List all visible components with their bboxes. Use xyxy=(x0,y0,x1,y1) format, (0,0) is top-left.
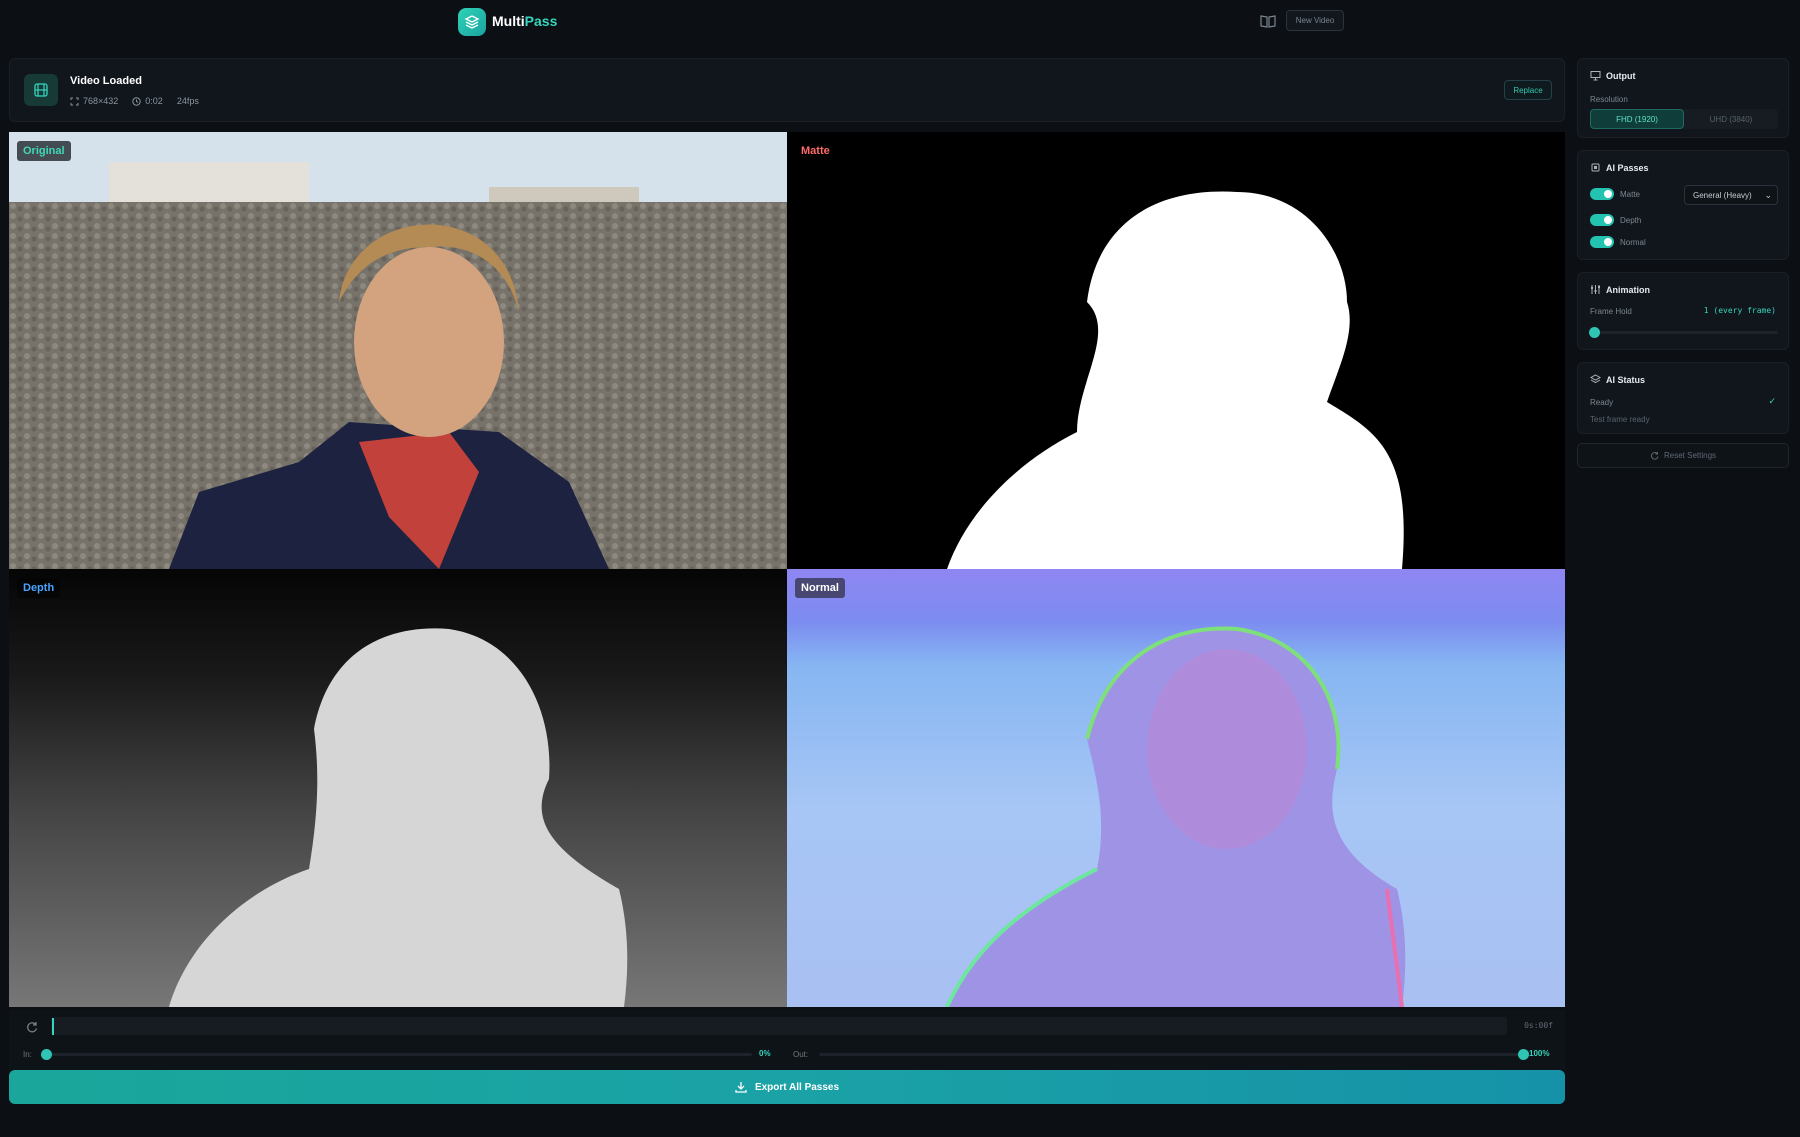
timecode: 0s:00f xyxy=(1524,1021,1553,1030)
expand-icon xyxy=(70,97,79,105)
download-icon xyxy=(735,1082,747,1093)
resolution-label: Resolution xyxy=(1590,95,1628,104)
normal-label: Normal xyxy=(795,578,845,598)
animation-title: Animation xyxy=(1606,285,1650,295)
ai-passes-card: AI Passes Matte General (Heavy) ⌄ Depth … xyxy=(1577,150,1789,260)
in-range-track[interactable] xyxy=(46,1053,752,1056)
top-bar: MultiPass New Video xyxy=(0,0,1800,46)
depth-toggle-label: Depth xyxy=(1620,216,1642,225)
loop-icon[interactable] xyxy=(25,1020,39,1034)
out-percent: 100% xyxy=(1529,1049,1550,1058)
out-label: Out: xyxy=(793,1050,809,1059)
depth-label: Depth xyxy=(17,578,61,598)
out-range-track[interactable] xyxy=(819,1053,1523,1056)
video-title: Video Loaded xyxy=(70,75,142,87)
matte-pass-view: Matte xyxy=(787,132,1565,569)
original-label: Original xyxy=(17,141,71,161)
video-info-bar: Video Loaded 768×432 0:02 24fps Replace xyxy=(9,58,1565,122)
in-point-handle[interactable] xyxy=(41,1049,52,1060)
new-video-button[interactable]: New Video xyxy=(1286,10,1344,31)
ai-status-value: Ready xyxy=(1590,398,1614,407)
reset-settings-label: Reset Settings xyxy=(1663,451,1717,460)
matte-model-select[interactable]: General (Heavy) ⌄ xyxy=(1684,185,1778,205)
resolution-option-fhd[interactable]: FHD (1920) xyxy=(1590,109,1684,129)
export-label: Export All Passes xyxy=(754,1081,840,1093)
playhead[interactable] xyxy=(52,1018,54,1035)
layers-icon xyxy=(1590,374,1601,384)
timeline: 0s:00f In: 0% Out: 100% xyxy=(9,1010,1565,1070)
frame-hold-value: 1 (every frame) xyxy=(1703,306,1776,315)
in-label: In: xyxy=(23,1050,32,1059)
check-icon: ✓ xyxy=(1768,396,1776,406)
matte-label: Matte xyxy=(795,141,836,161)
in-percent: 0% xyxy=(759,1049,771,1058)
chip-icon xyxy=(1591,163,1600,172)
frame-hold-label: Frame Hold xyxy=(1590,307,1632,316)
monitor-icon xyxy=(1590,71,1601,81)
chevron-down-icon: ⌄ xyxy=(1764,190,1772,200)
matte-frame-image xyxy=(947,191,1404,569)
matte-model-value: General (Heavy) xyxy=(1693,190,1752,200)
reset-icon xyxy=(1651,452,1659,460)
video-fps: 24fps xyxy=(176,96,199,106)
depth-frame-image xyxy=(169,628,628,1007)
normal-toggle[interactable] xyxy=(1590,236,1614,248)
ai-status-detail: Test frame ready xyxy=(1590,415,1650,424)
original-frame-image xyxy=(9,132,787,569)
sliders-icon xyxy=(1591,285,1600,294)
ai-status-title: AI Status xyxy=(1606,375,1646,385)
normal-frame-image xyxy=(945,626,1406,1007)
normal-toggle-label: Normal xyxy=(1620,238,1646,247)
video-resolution: 768×432 xyxy=(83,96,119,106)
matte-toggle-label: Matte xyxy=(1620,190,1641,199)
resolution-meta: 768×432 xyxy=(70,96,118,106)
multipass-logo-icon[interactable] xyxy=(458,8,486,36)
video-meta: 768×432 0:02 24fps xyxy=(70,96,199,106)
frame-hold-handle[interactable] xyxy=(1589,327,1600,338)
original-pass-view: Original xyxy=(9,132,787,569)
output-title: Output xyxy=(1606,71,1636,81)
brand-part-1: Multi xyxy=(492,13,525,29)
docs-book-icon[interactable] xyxy=(1260,14,1276,28)
app-brand: MultiPass xyxy=(492,13,557,29)
scrub-track[interactable] xyxy=(51,1017,1507,1035)
resolution-selector: FHD (1920) UHD (3840) xyxy=(1590,109,1778,129)
video-duration: 0:02 xyxy=(145,96,163,106)
depth-pass-view: Depth xyxy=(9,569,787,1007)
replace-button[interactable]: Replace xyxy=(1504,80,1552,100)
output-card: Output Resolution FHD (1920) UHD (3840) xyxy=(1577,58,1789,138)
ai-status-card: AI Status Ready ✓ Test frame ready xyxy=(1577,362,1789,434)
depth-toggle[interactable] xyxy=(1590,214,1614,226)
animation-card: Animation Frame Hold 1 (every frame) xyxy=(1577,272,1789,350)
resolution-option-uhd[interactable]: UHD (3840) xyxy=(1684,109,1778,129)
frame-hold-track[interactable] xyxy=(1590,331,1778,334)
normal-pass-view: Normal xyxy=(787,569,1565,1007)
film-icon xyxy=(24,74,58,106)
brand-part-2: Pass xyxy=(524,13,558,29)
duration-meta: 0:02 xyxy=(132,96,163,106)
clock-icon xyxy=(132,96,141,106)
ai-passes-title: AI Passes xyxy=(1606,163,1649,173)
matte-toggle[interactable] xyxy=(1590,188,1614,200)
export-all-button[interactable]: Export All Passes xyxy=(9,1070,1565,1104)
out-point-handle[interactable] xyxy=(1518,1049,1529,1060)
reset-settings-button[interactable]: Reset Settings xyxy=(1577,443,1789,468)
